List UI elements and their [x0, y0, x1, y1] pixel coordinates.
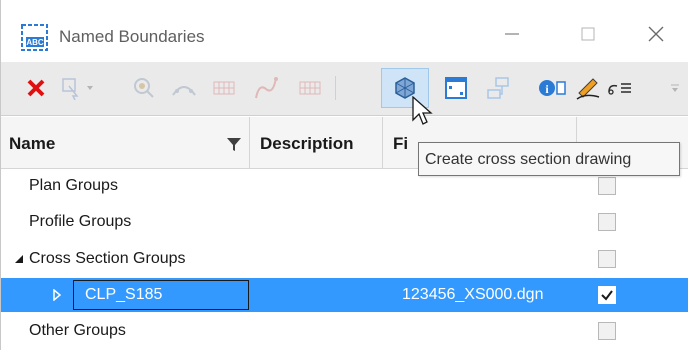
- select-icon: [62, 78, 93, 100]
- row-file: 123456_XS000.dgn: [402, 286, 544, 303]
- tree-row[interactable]: Other Groups: [1, 314, 688, 348]
- properties-button[interactable]: i: [533, 70, 571, 106]
- grid-2-button[interactable]: [291, 70, 329, 106]
- group-icon: [172, 86, 196, 96]
- mouse-cursor-icon: [412, 96, 433, 125]
- close-button[interactable]: [633, 14, 679, 54]
- triangle-expand-icon: [53, 289, 62, 301]
- zoom-icon: [134, 78, 154, 98]
- close-icon: [648, 26, 664, 42]
- title-bar: ABC Named Boundaries: [1, 0, 688, 62]
- zoom-button[interactable]: [125, 70, 163, 106]
- toolbar: i: [1, 62, 688, 116]
- named-boundaries-app-icon: ABC: [21, 24, 48, 51]
- hierarchy-icon: [487, 77, 509, 99]
- row-checkbox-checked[interactable]: [598, 286, 616, 304]
- row-checkbox[interactable]: [598, 250, 616, 268]
- minimize-icon: [505, 33, 519, 35]
- red-x-icon: [27, 79, 45, 97]
- window-title: Named Boundaries: [59, 27, 205, 46]
- minimize-button[interactable]: [489, 14, 535, 54]
- row-label: CLP_S185: [85, 286, 163, 303]
- list-icon: [608, 83, 631, 95]
- group-button[interactable]: [165, 70, 203, 106]
- row-label: Profile Groups: [29, 213, 132, 230]
- toolbar-overflow-button[interactable]: [665, 70, 685, 106]
- row-checkbox[interactable]: [598, 213, 616, 231]
- column-divider[interactable]: [382, 117, 383, 169]
- row-label: Other Groups: [29, 322, 126, 339]
- tree-row-selected[interactable]: CLP_S185 123456_XS000.dgn: [1, 278, 688, 312]
- row-checkbox[interactable]: [598, 322, 616, 340]
- select-dropdown-button[interactable]: [53, 70, 105, 106]
- hierarchy-button[interactable]: [479, 70, 517, 106]
- chevron-down-icon: [671, 84, 679, 92]
- row-label: Cross Section Groups: [29, 250, 186, 267]
- grid-icon: [213, 81, 235, 95]
- tooltip: Create cross section drawing: [418, 142, 680, 176]
- info-icon: i: [539, 80, 566, 96]
- column-header-name[interactable]: Name: [9, 117, 55, 169]
- checkmark-icon: [601, 290, 613, 301]
- column-header-description[interactable]: Description: [260, 117, 354, 169]
- grid-icon: [299, 81, 321, 95]
- maximize-icon: [581, 27, 595, 41]
- pen-icon: [576, 78, 600, 100]
- tree-row[interactable]: Profile Groups: [1, 205, 688, 239]
- toolbar-separator: [335, 76, 336, 100]
- maximize-button[interactable]: [565, 14, 611, 54]
- row-checkbox[interactable]: [598, 177, 616, 195]
- collapse-icon[interactable]: [11, 242, 27, 276]
- fit-view-button[interactable]: [437, 70, 475, 106]
- named-boundaries-window: ABC Named Boundaries i Name Description …: [0, 0, 688, 350]
- column-divider[interactable]: [249, 117, 250, 169]
- row-label: Plan Groups: [29, 177, 118, 194]
- settings-button[interactable]: [601, 70, 639, 106]
- filter-icon[interactable]: [226, 136, 242, 152]
- curve-icon: [255, 77, 278, 99]
- triangle-collapse-icon: [15, 255, 23, 263]
- column-header-file[interactable]: Fi: [393, 117, 408, 169]
- app-icon-text: ABC: [26, 38, 44, 47]
- delete-button[interactable]: [17, 70, 55, 106]
- grid-button[interactable]: [205, 70, 243, 106]
- profile-button[interactable]: [247, 70, 285, 106]
- tree-row[interactable]: Cross Section Groups: [1, 242, 688, 276]
- frame-icon: [445, 77, 467, 99]
- expand-icon[interactable]: [49, 278, 65, 312]
